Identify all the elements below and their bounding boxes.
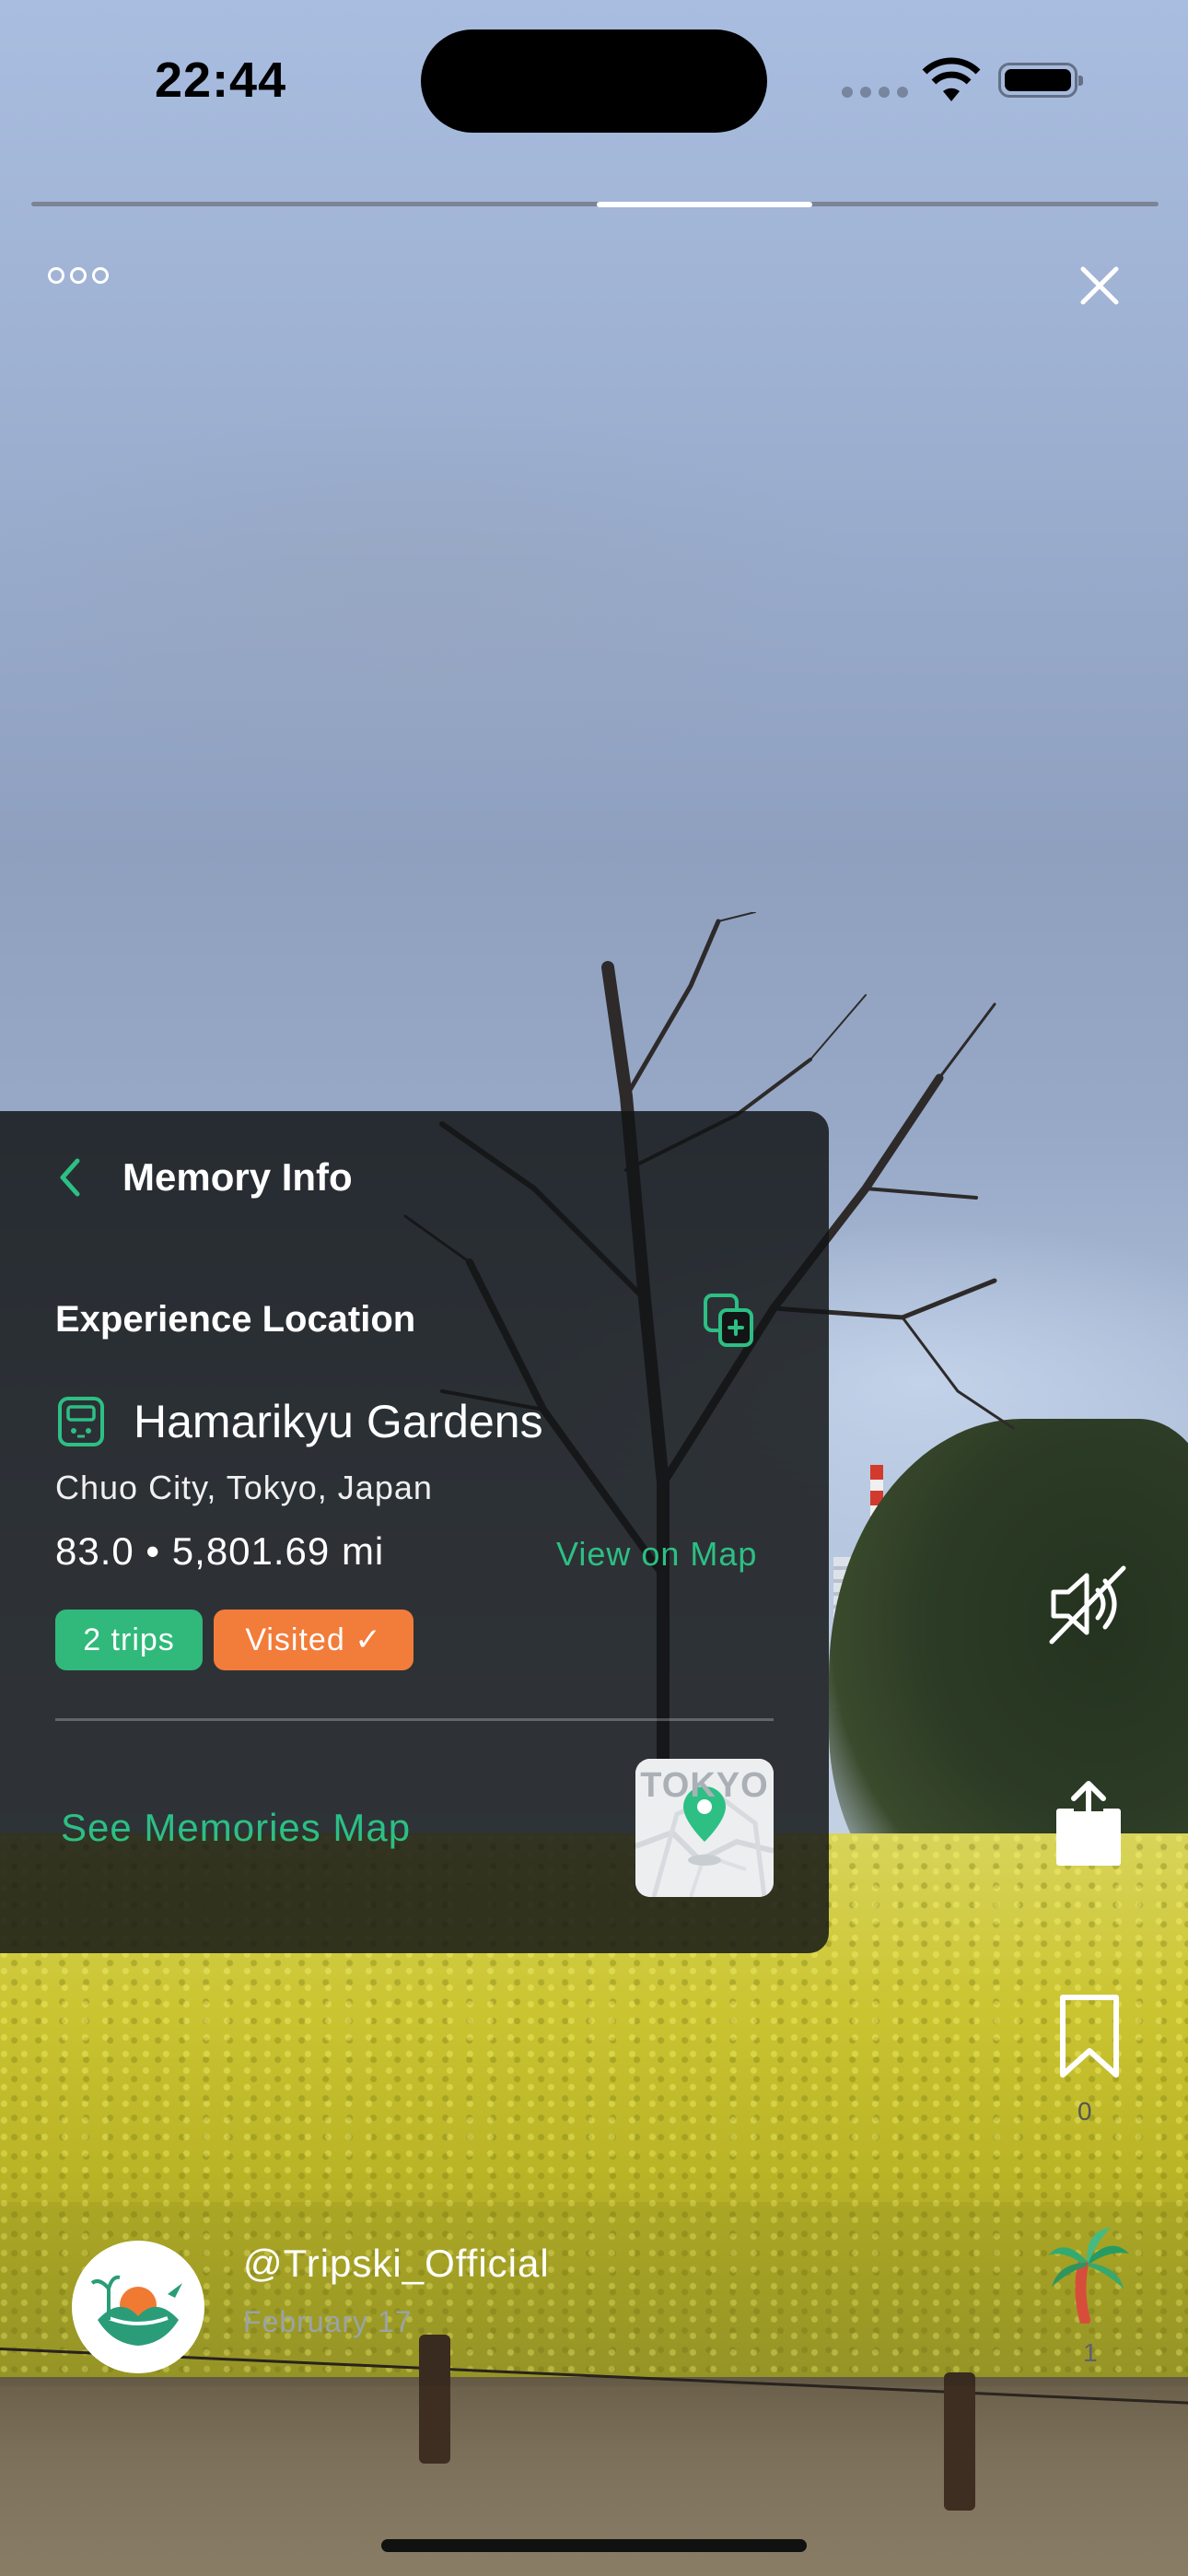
author-handle[interactable]: @Tripski_Official (243, 2242, 550, 2286)
dynamic-island (421, 29, 767, 133)
map-thumbnail-label: TOKYO (640, 1766, 769, 1805)
visited-badge[interactable]: Visited ✓ (214, 1610, 413, 1670)
more-options-button[interactable] (48, 267, 109, 284)
status-time: 22:44 (155, 53, 287, 108)
place-stats: 83.0 • 5,801.69 mi (55, 1529, 385, 1573)
back-chevron-icon[interactable] (55, 1155, 83, 1200)
avatar[interactable] (72, 2241, 204, 2373)
map-thumbnail[interactable]: TOKYO (635, 1759, 774, 1897)
trips-badge[interactable]: 2 trips (55, 1610, 203, 1670)
cellular-signal-icon (842, 87, 908, 98)
place-name: Hamarikyu Gardens (134, 1396, 543, 1447)
speaker-muted-icon[interactable] (1044, 1563, 1131, 1645)
panel-title: Memory Info (122, 1155, 353, 1199)
landmark-icon (58, 1397, 104, 1446)
close-icon[interactable] (1076, 262, 1124, 310)
fence-post (944, 2372, 975, 2511)
post-date: February 17 (243, 2305, 413, 2338)
home-indicator[interactable] (381, 2539, 807, 2552)
place-address: Chuo City, Tokyo, Japan (55, 1469, 433, 1506)
story-progress-track (31, 202, 1159, 206)
tripski-logo (72, 2241, 204, 2373)
copy-add-icon[interactable] (700, 1292, 757, 1349)
battery-icon (998, 63, 1083, 98)
share-icon[interactable] (1052, 1780, 1125, 1868)
view-on-map-link[interactable]: View on Map (556, 1535, 757, 1574)
section-title: Experience Location (55, 1299, 416, 1340)
bookmark-icon[interactable] (1057, 1994, 1122, 2080)
divider (55, 1718, 774, 1721)
see-memories-map-link[interactable]: See Memories Map (61, 1806, 411, 1850)
bookmark-count: 0 (1077, 2097, 1092, 2125)
story-progress-current (597, 202, 812, 207)
wifi-icon (922, 57, 981, 101)
